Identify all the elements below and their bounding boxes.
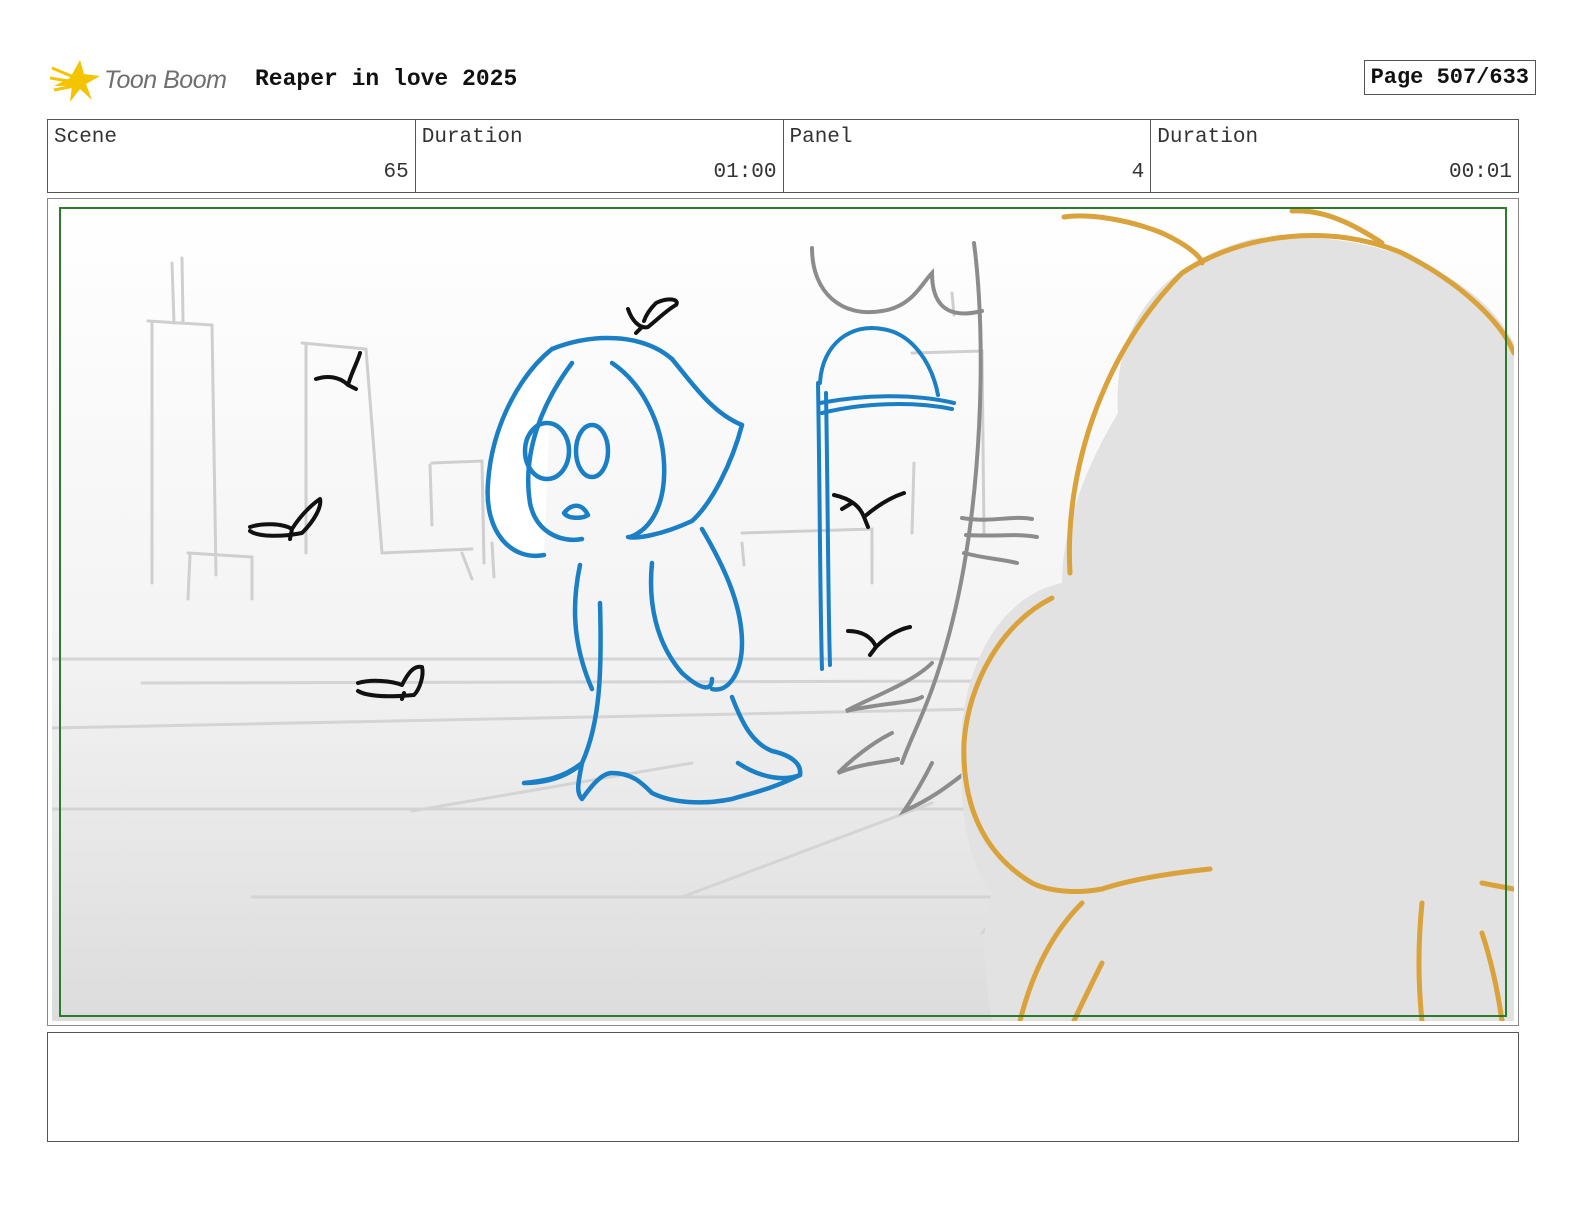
scene-label: Scene: [54, 126, 118, 149]
scene-duration-cell: Duration 01:00: [416, 120, 784, 192]
scene-duration-label: Duration: [421, 126, 523, 149]
toon-boom-star-icon: [49, 60, 100, 102]
panel-label: Panel: [789, 126, 853, 149]
logo-text: Toon Boom: [104, 66, 227, 94]
panel-drawing: [52, 203, 1514, 1021]
panel-duration-label: Duration: [1157, 126, 1259, 149]
storyboard-panel: [47, 198, 1519, 1026]
scene-value: 65: [383, 161, 409, 184]
panel-info-table: Scene 65 Duration 01:00 Panel 4 Duration…: [47, 119, 1519, 193]
toon-boom-logo: Toon Boom: [49, 56, 250, 106]
storyboard-header: Toon Boom Reaper in love 2025 Page 507/6…: [49, 56, 1536, 106]
panel-notes-box[interactable]: [47, 1032, 1519, 1142]
scene-cell: Scene 65: [48, 120, 416, 192]
panel-value: 4: [1131, 161, 1145, 184]
project-title: Reaper in love 2025: [255, 66, 518, 92]
panel-duration-value: 00:01: [1448, 161, 1512, 184]
panel-duration-cell: Duration 00:01: [1151, 120, 1518, 192]
panel-cell: Panel 4: [784, 120, 1152, 192]
scene-duration-value: 01:00: [713, 161, 777, 184]
page-indicator: Page 507/633: [1363, 60, 1536, 95]
